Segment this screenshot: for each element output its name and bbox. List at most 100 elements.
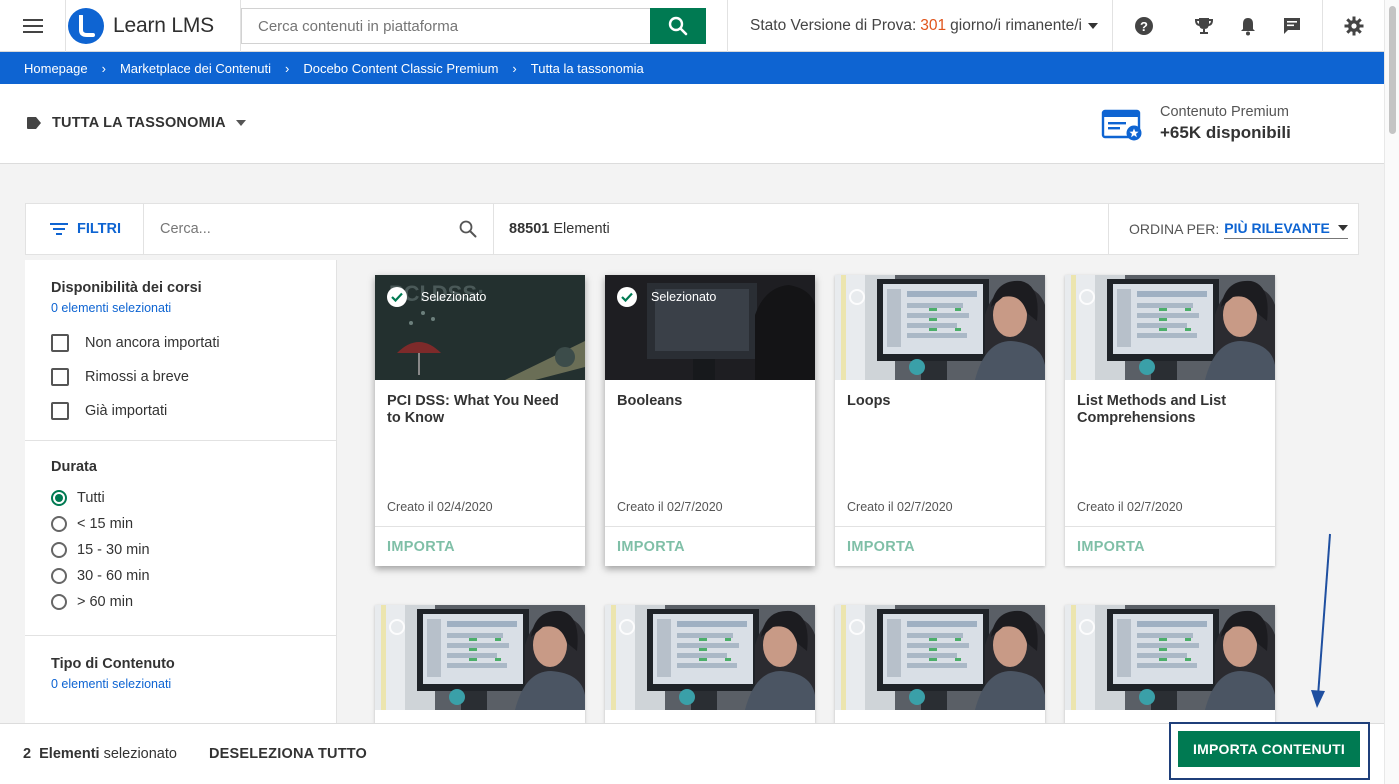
breadcrumb-item[interactable]: Docebo Content Classic Premium [303,61,498,76]
radio-button[interactable] [51,516,67,532]
sort-control: ORDINA PER: PIÙ RILEVANTE [1108,204,1358,254]
taxonomy-dropdown[interactable]: TUTTA LA TASSONOMIA [27,115,246,131]
select-circle[interactable] [389,619,405,635]
catalog-search-input[interactable]: Cerca... [144,204,494,254]
radio-button[interactable] [51,490,67,506]
select-circle[interactable] [1079,619,1095,635]
filter-option-not-imported[interactable]: Non ancora importati [51,334,310,352]
filter-title: Disponibilità dei corsi [51,280,202,296]
search-icon[interactable] [459,220,477,238]
menu-button[interactable] [0,0,66,52]
page-scrollbar[interactable] [1384,0,1399,784]
achievements-button[interactable] [1181,0,1227,52]
taxonomy-label: TUTTA LA TASSONOMIA [52,115,226,131]
app-name: Learn LMS [113,13,214,37]
breadcrumb-item[interactable]: Homepage [24,61,88,76]
duration-option-gt60[interactable]: > 60 min [51,593,310,611]
breadcrumb: Homepage › Marketplace dei Contenuti › D… [0,52,1384,84]
results-count-number: 88501 [509,221,550,237]
scrollbar-thumb[interactable] [1389,6,1396,134]
content-card[interactable] [605,605,815,725]
selected-label: Selezionato [651,290,717,304]
duration-option-30-60[interactable]: 30 - 60 min [51,567,310,585]
select-circle[interactable] [619,619,635,635]
sort-dropdown[interactable]: PIÙ RILEVANTE [1224,220,1348,239]
annotation-arrow-icon [1311,533,1331,708]
card-thumbnail [605,605,815,710]
app-logo[interactable]: Learn LMS [66,0,241,52]
sort-value: PIÙ RILEVANTE [1224,219,1330,236]
global-search-input[interactable] [241,8,651,44]
premium-content-icon [1101,109,1142,140]
results-count-label: Elementi [553,221,610,237]
chevron-right-icon: › [101,60,106,76]
chat-icon [1284,18,1300,34]
card-thumbnail [1065,275,1275,380]
content-card[interactable] [835,605,1045,725]
filter-icon [50,223,68,235]
filter-option-removing-soon[interactable]: Rimossi a breve [51,368,310,386]
duration-option-lt15[interactable]: < 15 min [51,515,310,533]
selected-label-bold: Elementi [39,746,100,762]
select-circle[interactable] [849,619,865,635]
checkbox[interactable] [51,334,69,352]
trial-status-dropdown[interactable]: Stato Versione di Prova: 301 giorno/i ri… [727,0,1113,52]
content-card[interactable]: Loops Creato il 02/7/2020 IMPORTA [835,275,1045,566]
settings-button[interactable] [1322,0,1384,52]
messages-button[interactable] [1269,0,1315,52]
content-card[interactable]: List Methods and List Comprehensions Cre… [1065,275,1275,566]
premium-line1: Contenuto Premium [1160,104,1289,120]
radio-button[interactable] [51,568,67,584]
availability-filter: Disponibilità dei corsi 0 elementi selez… [25,260,336,441]
option-label: Già importati [85,403,168,419]
card-date: Creato il 02/7/2020 [847,500,953,514]
radio-button[interactable] [51,594,67,610]
trophy-icon [1194,18,1214,34]
catalog-toolbar: FILTRI Cerca... 88501 Elementi ORDINA PE… [25,203,1359,255]
content-type-filter: Tipo di Contenuto 0 elementi selezionati [25,636,336,707]
content-card[interactable]: Selezionato Booleans Creato il 02/7/2020… [605,275,815,566]
breadcrumb-item[interactable]: Marketplace dei Contenuti [120,61,271,76]
deselect-all-button[interactable]: DESELEZIONA TUTTO [209,746,367,762]
option-label: > 60 min [77,594,134,610]
global-search-button[interactable] [650,8,706,44]
content-card[interactable] [1065,605,1275,725]
filter-selected-count: 0 elementi selezionati [51,301,172,315]
selected-indicator[interactable]: Selezionato [387,287,486,307]
select-circle[interactable] [1079,289,1095,305]
import-button[interactable]: IMPORTA [1065,526,1275,566]
top-bar: Learn LMS Stato Versione di Prova: 301 g… [0,0,1384,52]
import-button[interactable]: IMPORTA [605,526,815,566]
check-icon [387,287,407,307]
card-thumbnail [375,605,585,710]
results-count: 88501 Elementi [494,221,1108,237]
select-circle[interactable] [849,289,865,305]
radio-button[interactable] [51,542,67,558]
import-contents-button[interactable]: IMPORTA CONTENUTI [1178,731,1360,767]
selected-label: Selezionato [421,290,487,304]
checkbox[interactable] [51,368,69,386]
selected-indicator[interactable]: Selezionato [617,287,716,307]
card-thumbnail [835,605,1045,710]
duration-filter: Durata Tutti < 15 min 15 - 30 min 30 - 6… [25,441,336,636]
notifications-button[interactable] [1225,0,1271,52]
import-button[interactable]: IMPORTA [835,526,1045,566]
logo-icon [68,7,104,44]
filters-toggle-button[interactable]: FILTRI [26,204,144,254]
card-title: List Methods and List Comprehensions [1077,393,1227,426]
filters-sidebar: Disponibilità dei corsi 0 elementi selez… [25,260,337,730]
content-card[interactable] [375,605,585,725]
checkbox[interactable] [51,402,69,420]
duration-option-15-30[interactable]: 15 - 30 min [51,541,310,559]
card-title: PCI DSS: What You Need to Know [387,393,559,426]
help-button[interactable]: ? [1121,0,1167,52]
filter-option-already-imported[interactable]: Già importati [51,402,310,420]
premium-line2: +65K disponibili [1160,123,1291,142]
content-card[interactable]: Selezionato PCI DSS: What You Need to Kn… [375,275,585,566]
selection-summary: 2 Elementi selezionato [0,746,177,762]
card-thumbnail: Selezionato [375,275,585,380]
card-title: Loops [847,393,891,409]
duration-option-all[interactable]: Tutti [51,489,310,507]
import-button[interactable]: IMPORTA [375,526,585,566]
trial-suffix: giorno/i rimanente/i [950,17,1082,34]
